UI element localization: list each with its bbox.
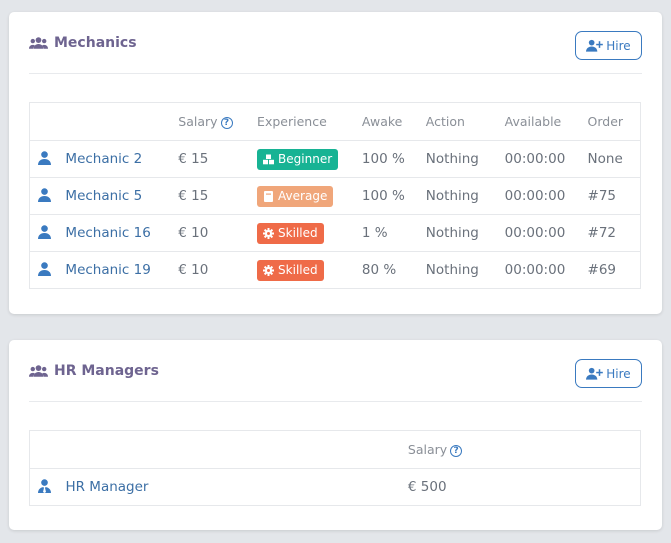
col-available: Available [504, 102, 588, 141]
experience-badge: Skilled [257, 222, 324, 244]
col-order: Order [587, 102, 641, 141]
hire-hr-manager-button[interactable]: Hire [575, 359, 642, 388]
mechanic-available: 00:00:00 [504, 251, 588, 289]
user-icon [38, 225, 51, 239]
hr-managers-title: HR Managers [29, 363, 159, 379]
user-plus-icon [586, 367, 604, 380]
cog-icon [263, 227, 275, 239]
col-experience: Experience [257, 102, 362, 141]
mechanics-card: Mechanics Hire Salary? Experience Awake … [9, 12, 662, 314]
table-row: HR Manager € 500 [29, 468, 641, 506]
mechanic-order: #72 [587, 214, 641, 252]
experience-badge: Skilled [257, 259, 324, 281]
table-row: Mechanic 5 € 15 Average 100 % Nothing 00… [29, 177, 641, 215]
mechanic-available: 00:00:00 [504, 214, 588, 252]
mechanic-awake: 80 % [361, 251, 426, 289]
col-awake: Awake [361, 102, 426, 141]
book-icon [264, 190, 274, 202]
col-action: Action [425, 102, 505, 141]
users-icon [29, 365, 48, 377]
mechanic-action: Nothing [425, 214, 505, 252]
mechanic-name[interactable]: Mechanic 19 [65, 251, 179, 289]
mechanics-title-text: Mechanics [54, 35, 137, 51]
hire-mechanic-label: Hire [606, 38, 631, 53]
hr-managers-header: HR Managers Hire [29, 340, 642, 402]
experience-label: Skilled [278, 263, 318, 277]
hr-manager-name[interactable]: HR Manager [65, 468, 408, 506]
mechanic-order: None [587, 140, 641, 178]
col-name [65, 102, 179, 141]
col-name [65, 430, 408, 469]
cog-icon [263, 264, 275, 276]
col-salary-label: Salary [178, 114, 218, 129]
user-icon [38, 188, 51, 202]
mechanic-salary: € 15 [178, 140, 258, 178]
mechanic-name[interactable]: Mechanic 2 [65, 140, 179, 178]
experience-label: Skilled [278, 226, 318, 240]
col-salary: Salary? [407, 430, 641, 469]
experience-badge: Beginner [257, 148, 339, 170]
user-plus-icon [586, 39, 604, 52]
user-icon [38, 151, 51, 165]
question-circle-icon[interactable]: ? [220, 117, 233, 129]
mechanics-header-row: Salary? Experience Awake Action Availabl… [29, 102, 641, 141]
hr-managers-card: HR Managers Hire Salary? HR Manager € 50… [9, 340, 662, 530]
question-circle-icon[interactable]: ? [450, 445, 463, 457]
table-row: Mechanic 19 € 10 Skilled 80 % Nothing 00… [29, 251, 641, 289]
mechanics-title: Mechanics [29, 35, 137, 51]
mechanic-salary: € 10 [178, 214, 258, 252]
users-icon [29, 37, 48, 49]
mechanic-order: #75 [587, 177, 641, 215]
mechanic-available: 00:00:00 [504, 177, 588, 215]
experience-label: Average [278, 189, 328, 203]
cubes-icon [263, 154, 275, 164]
mechanic-available: 00:00:00 [504, 140, 588, 178]
mechanic-awake: 1 % [361, 214, 426, 252]
hr-managers-table: Salary? HR Manager € 500 [29, 430, 641, 506]
mechanic-salary: € 15 [178, 177, 258, 215]
mechanic-action: Nothing [425, 140, 505, 178]
mechanic-action: Nothing [425, 177, 505, 215]
table-row: Mechanic 16 € 10 Skilled 1 % Nothing 00:… [29, 214, 641, 252]
col-salary-label: Salary [407, 442, 448, 457]
mechanic-name[interactable]: Mechanic 5 [65, 177, 179, 215]
mechanics-table: Salary? Experience Awake Action Availabl… [29, 102, 641, 289]
user-tie-icon [38, 479, 51, 493]
table-row: Mechanic 2 € 15 Beginner 100 % Nothing 0… [29, 140, 641, 178]
mechanic-awake: 100 % [361, 140, 426, 178]
hr-manager-salary: € 500 [407, 468, 641, 506]
user-icon [38, 262, 51, 276]
hire-mechanic-button[interactable]: Hire [575, 31, 642, 60]
mechanic-salary: € 10 [178, 251, 258, 289]
hire-hr-manager-label: Hire [606, 366, 631, 381]
experience-badge: Average [257, 185, 334, 207]
hr-header-row: Salary? [29, 430, 641, 469]
mechanic-order: #69 [587, 251, 641, 289]
experience-label: Beginner [278, 152, 333, 166]
mechanic-awake: 100 % [361, 177, 426, 215]
col-salary: Salary? [178, 102, 258, 141]
mechanic-action: Nothing [425, 251, 505, 289]
mechanic-name[interactable]: Mechanic 16 [65, 214, 179, 252]
col-icon [29, 102, 66, 141]
col-icon [29, 430, 66, 469]
mechanics-header: Mechanics Hire [29, 12, 642, 74]
hr-managers-title-text: HR Managers [54, 363, 159, 379]
